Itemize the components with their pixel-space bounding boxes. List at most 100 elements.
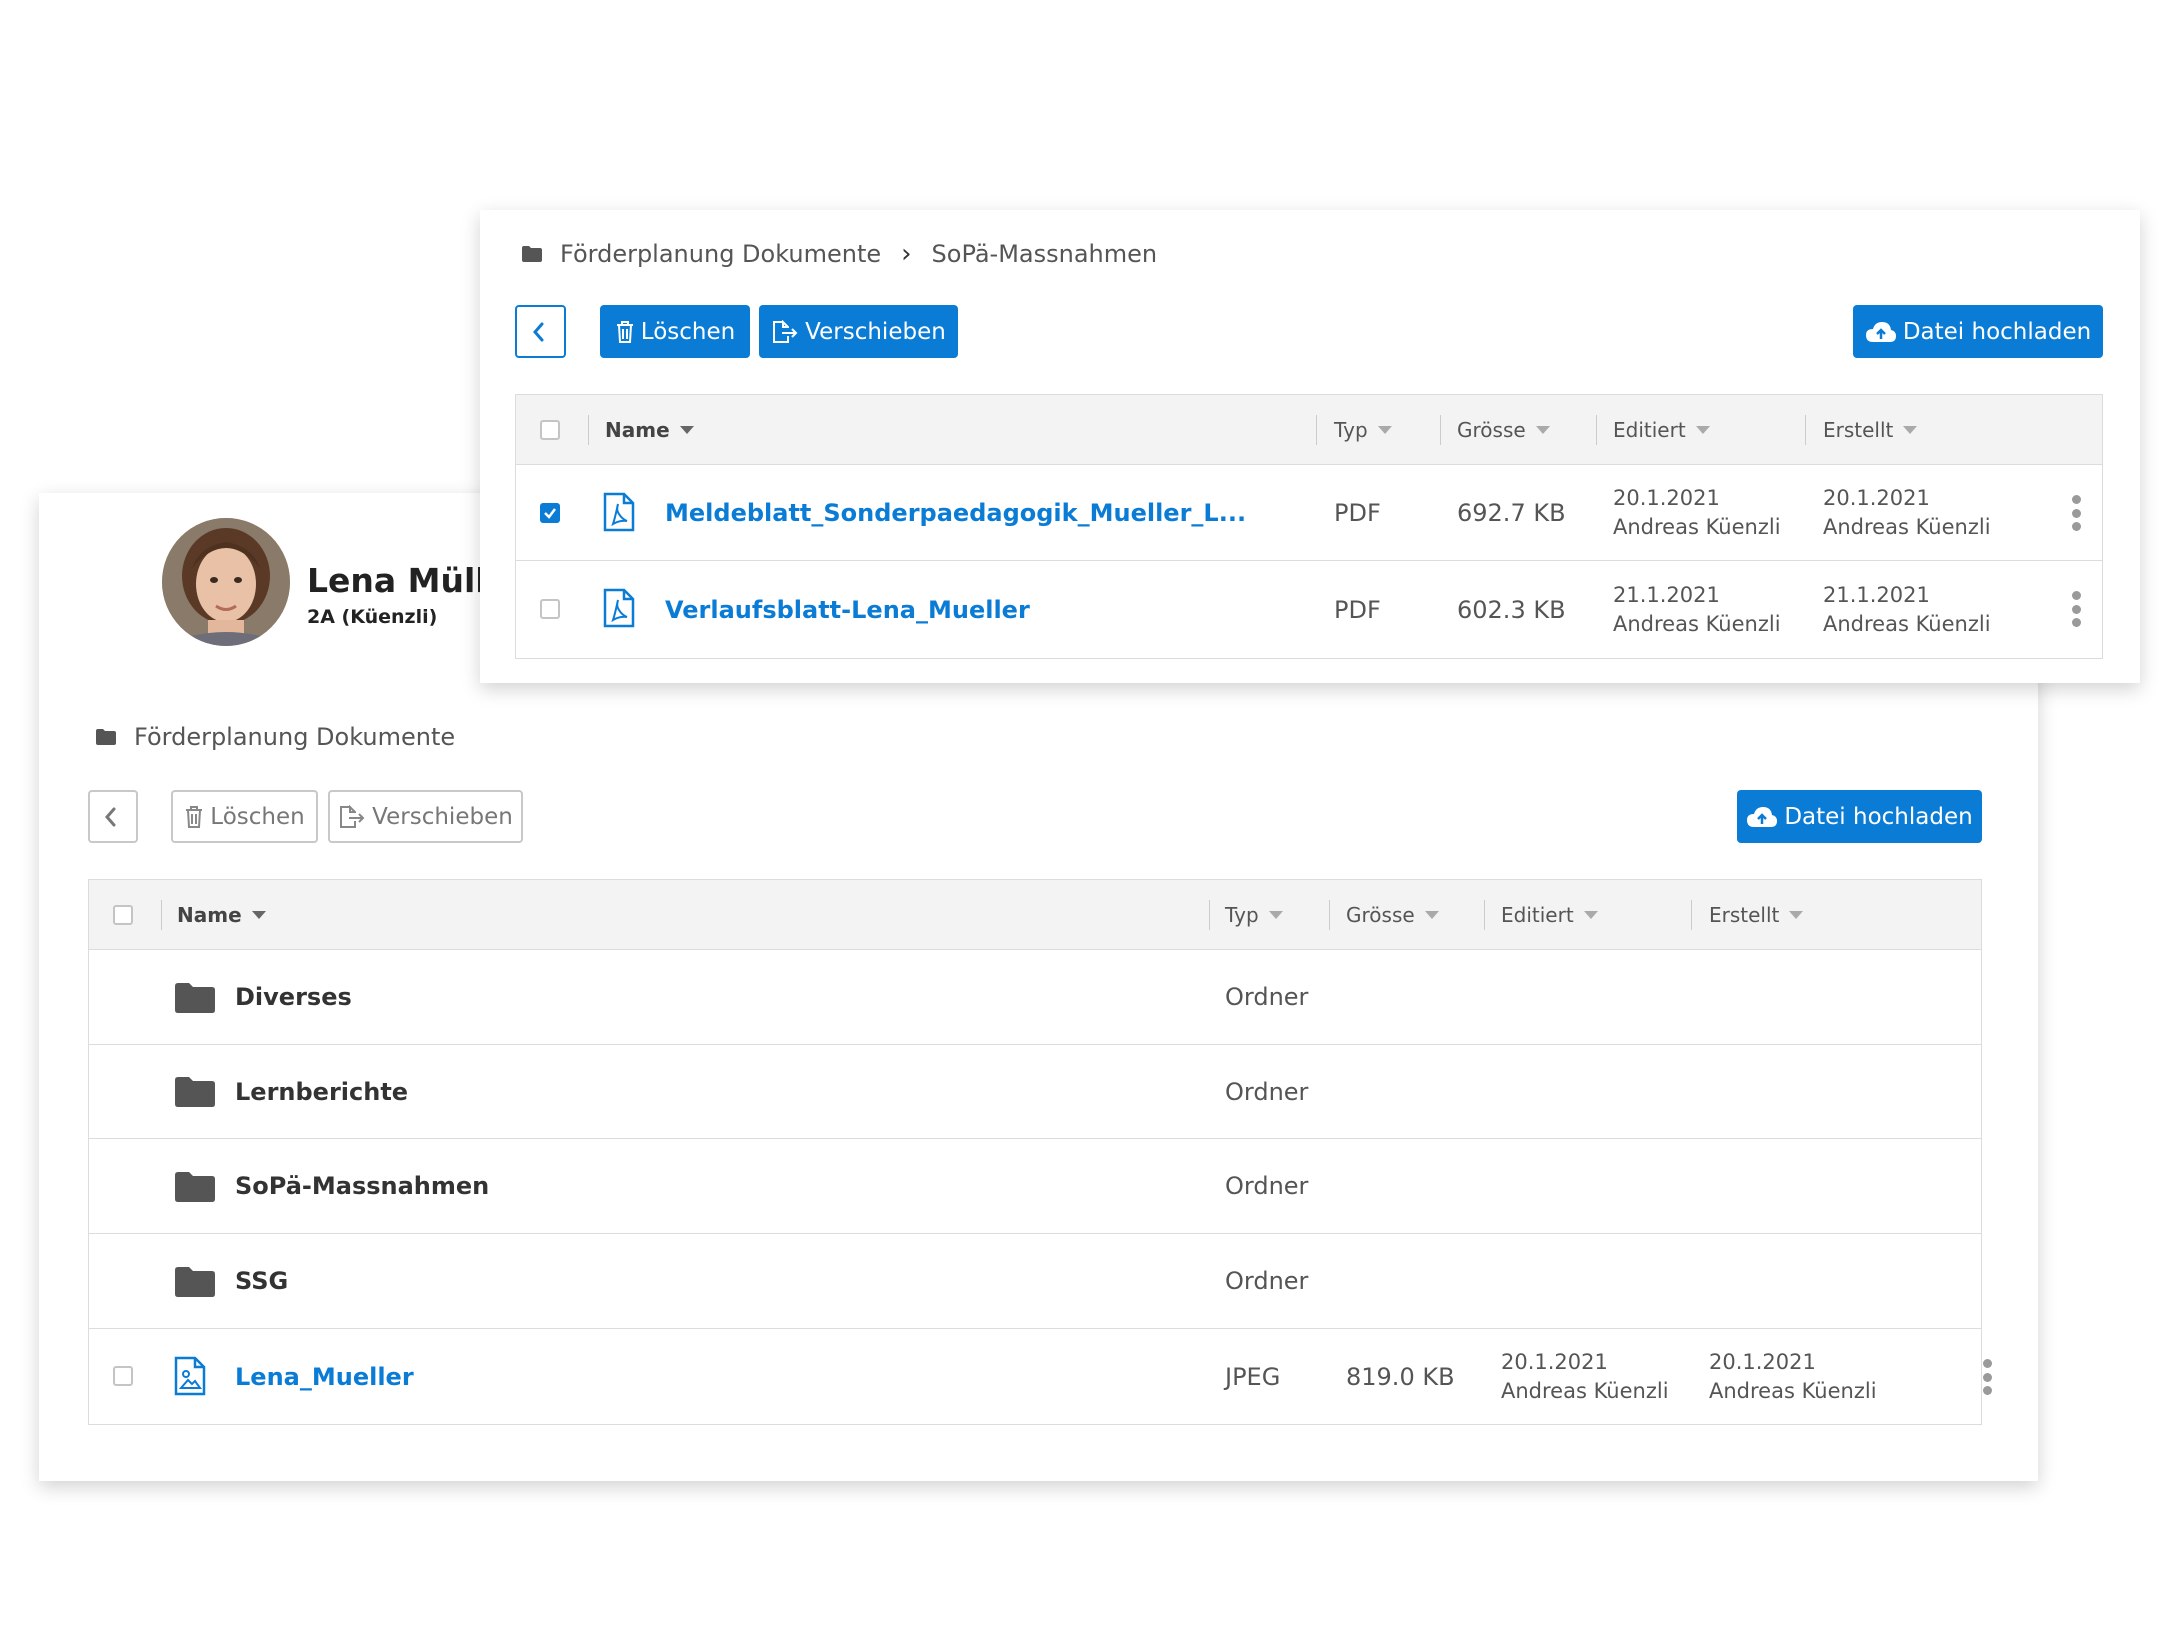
trash-icon: [616, 320, 633, 343]
created-info: 20.1.2021 Andreas Küenzli: [1823, 465, 1991, 560]
table-header: Name Typ Grösse Editiert Erstellt: [89, 880, 1981, 950]
folder-icon: [175, 983, 215, 1013]
move-button-label: Verschieben: [805, 318, 946, 345]
move-button[interactable]: Verschieben: [759, 305, 958, 358]
created-info: 21.1.2021 Andreas Küenzli: [1823, 561, 1991, 658]
table-header: Name Typ Grösse Editiert Erstellt: [516, 395, 2102, 465]
trash-icon: [186, 805, 203, 828]
created-date: 20.1.2021: [1709, 1350, 1816, 1374]
file-type: Ordner: [1225, 1077, 1309, 1106]
created-info: 20.1.2021 Andreas Küenzli: [1709, 1329, 1877, 1425]
file-table: Name Typ Grösse Editiert Erstellt: [88, 879, 1992, 1425]
select-all-checkbox[interactable]: [113, 905, 133, 925]
column-header-edited[interactable]: Editiert: [1501, 880, 1598, 950]
table-row[interactable]: SoPä-Massnahmen Ordner: [89, 1139, 1981, 1234]
created-by: Andreas Küenzli: [1823, 611, 1991, 636]
move-file-icon: [340, 804, 365, 828]
chevron-left-icon: [532, 322, 543, 341]
file-name[interactable]: Meldeblatt_Sonderpaedagogik_Mueller_L...: [665, 465, 1246, 560]
row-checkbox[interactable]: [540, 599, 560, 619]
file-name[interactable]: SoPä-Massnahmen: [235, 1139, 489, 1233]
cloud-upload-icon: [1747, 806, 1778, 827]
cloud-upload-icon: [1865, 321, 1896, 342]
select-all-checkbox[interactable]: [540, 420, 560, 440]
column-header-edited[interactable]: Editiert: [1613, 395, 1710, 465]
breadcrumb-item[interactable]: Förderplanung Dokumente: [134, 723, 455, 751]
subfolder-view-panel: Förderplanung Dokumente › SoPä-Massnahme…: [480, 210, 2140, 683]
table-row[interactable]: Diverses Ordner: [89, 950, 1981, 1045]
delete-button[interactable]: Löschen: [171, 790, 318, 843]
edited-info: 20.1.2021 Andreas Küenzli: [1613, 465, 1781, 560]
upload-button[interactable]: Datei hochladen: [1737, 790, 1982, 843]
file-name[interactable]: Diverses: [235, 950, 352, 1044]
breadcrumb-item[interactable]: Förderplanung Dokumente: [560, 240, 881, 268]
upload-button-label: Datei hochladen: [1784, 803, 1973, 830]
column-header-size[interactable]: Grösse: [1457, 395, 1550, 465]
upload-button-label: Datei hochladen: [1902, 318, 2092, 345]
column-header-created[interactable]: Erstellt: [1823, 395, 1918, 465]
row-checkbox[interactable]: [113, 1366, 133, 1386]
file-table: Name Typ Grösse Editiert Erstellt: [515, 394, 2103, 659]
file-size: 819.0 KB: [1346, 1363, 1455, 1391]
kebab-menu-icon[interactable]: [2071, 495, 2081, 531]
edited-by: Andreas Küenzli: [1613, 514, 1781, 539]
table-row[interactable]: Meldeblatt_Sonderpaedagogik_Mueller_L...…: [516, 465, 2102, 561]
table-row[interactable]: Lernberichte Ordner: [89, 1045, 1981, 1139]
folder-icon: [522, 246, 542, 262]
checkmark-icon: [544, 508, 556, 519]
delete-button-label: Löschen: [640, 318, 736, 345]
table-row[interactable]: Verlaufsblatt-Lena_Mueller PDF 602.3 KB …: [516, 561, 2102, 658]
profile-class: 2A (Küenzli): [307, 606, 438, 628]
edited-date: 20.1.2021: [1501, 1350, 1608, 1374]
edited-info: 21.1.2021 Andreas Küenzli: [1613, 561, 1781, 658]
avatar: [162, 518, 290, 646]
folder-icon: [175, 1077, 215, 1107]
move-button[interactable]: Verschieben: [328, 790, 523, 843]
breadcrumb: Förderplanung Dokumente › SoPä-Massnahme…: [522, 239, 1157, 269]
folder-icon: [96, 729, 116, 745]
chevron-right-icon: ›: [901, 239, 912, 269]
edited-info: 20.1.2021 Andreas Küenzli: [1501, 1329, 1669, 1425]
file-size: 692.7 KB: [1457, 498, 1566, 527]
delete-button[interactable]: Löschen: [600, 305, 750, 358]
file-name[interactable]: Lernberichte: [235, 1045, 408, 1138]
column-header-type[interactable]: Typ: [1225, 880, 1283, 950]
back-button[interactable]: [515, 305, 566, 358]
edited-date: 20.1.2021: [1613, 485, 1720, 510]
chevron-left-icon: [105, 807, 116, 826]
table-row[interactable]: Lena_Mueller JPEG 819.0 KB 20.1.2021 And…: [89, 1329, 1992, 1425]
file-type: Ordner: [1225, 983, 1309, 1011]
created-by: Andreas Küenzli: [1709, 1379, 1877, 1403]
breadcrumb: Förderplanung Dokumente: [96, 723, 455, 751]
file-type: JPEG: [1225, 1363, 1281, 1391]
file-name[interactable]: Lena_Mueller: [235, 1329, 414, 1425]
edited-by: Andreas Küenzli: [1613, 611, 1781, 636]
created-by: Andreas Küenzli: [1823, 514, 1991, 539]
delete-button-label: Löschen: [210, 803, 305, 830]
table-row[interactable]: SSG Ordner: [89, 1234, 1981, 1329]
edited-date: 21.1.2021: [1613, 582, 1720, 607]
row-checkbox[interactable]: [540, 503, 560, 523]
column-header-name[interactable]: Name: [605, 395, 694, 465]
kebab-menu-icon[interactable]: [2071, 591, 2081, 627]
kebab-menu-icon[interactable]: [1982, 1359, 1992, 1395]
created-date: 20.1.2021: [1823, 485, 1930, 510]
created-date: 21.1.2021: [1823, 582, 1930, 607]
image-file-icon: [174, 1356, 206, 1396]
file-type: PDF: [1334, 498, 1381, 527]
upload-button[interactable]: Datei hochladen: [1853, 305, 2103, 358]
move-button-label: Verschieben: [372, 803, 513, 830]
back-button[interactable]: [88, 790, 138, 843]
file-type: Ordner: [1225, 1267, 1309, 1295]
column-header-type[interactable]: Typ: [1334, 395, 1392, 465]
column-header-created[interactable]: Erstellt: [1709, 880, 1804, 950]
edited-by: Andreas Küenzli: [1501, 1379, 1669, 1403]
move-file-icon: [773, 319, 798, 343]
avatar-image: [162, 518, 290, 646]
file-name[interactable]: SSG: [235, 1234, 288, 1328]
column-header-size[interactable]: Grösse: [1346, 880, 1439, 950]
breadcrumb-item-current: SoPä-Massnahmen: [931, 240, 1158, 268]
folder-icon: [175, 1172, 215, 1202]
file-name[interactable]: Verlaufsblatt-Lena_Mueller: [665, 561, 1030, 658]
column-header-name[interactable]: Name: [177, 880, 266, 950]
